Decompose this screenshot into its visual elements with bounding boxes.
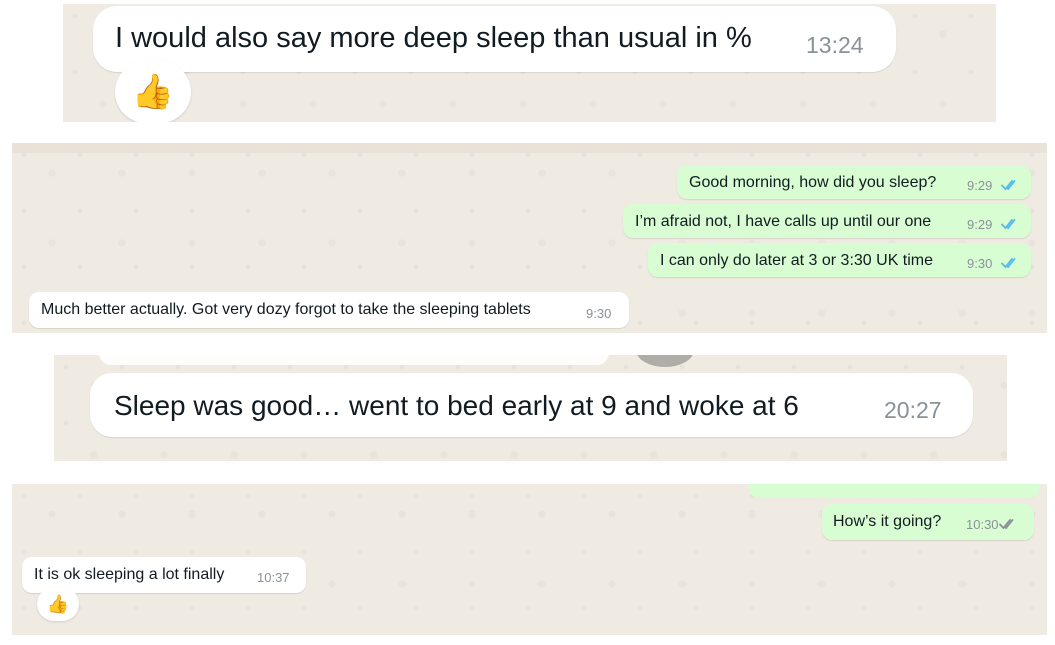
message-text: How’s it going?	[833, 513, 942, 530]
message-text: Good morning, how did you sleep?	[689, 174, 937, 191]
clipped-message-edge	[99, 355, 609, 365]
message-time: 20:27	[884, 397, 942, 423]
message-time: 10:37	[257, 570, 290, 585]
delivered-double-check-icon	[999, 519, 1014, 530]
thumbs-up-reaction-icon[interactable]: 👍	[115, 61, 191, 122]
outgoing-message[interactable]: I can only do later at 3 or 3:30 UK time…	[648, 243, 1031, 277]
message-text: It is ok sleeping a lot finally	[34, 566, 225, 583]
chat-screenshot-4: How’s it going? 10:30 It is ok sleeping …	[12, 484, 1047, 635]
clipped-edge	[12, 143, 1047, 153]
message-time: 9:29	[967, 217, 993, 232]
read-double-check-icon	[1001, 180, 1016, 191]
incoming-message[interactable]: I would also say more deep sleep than us…	[93, 6, 896, 72]
outgoing-message[interactable]: How’s it going? 10:30	[822, 504, 1034, 540]
message-time: 13:24	[806, 32, 864, 58]
chat-screenshot-1: I would also say more deep sleep than us…	[63, 4, 996, 122]
thumbs-up-reaction-icon[interactable]: 👍	[37, 587, 79, 621]
clipped-outgoing-message-edge	[749, 484, 1039, 498]
outgoing-message[interactable]: I’m afraid not, I have calls up until ou…	[623, 204, 1031, 238]
clipped-avatar-edge	[636, 355, 694, 367]
message-text: I’m afraid not, I have calls up until ou…	[635, 213, 932, 230]
message-text: I would also say more deep sleep than us…	[115, 22, 752, 54]
read-double-check-icon	[1001, 219, 1016, 230]
chat-screenshot-3: Sleep was good… went to bed early at 9 a…	[54, 355, 1007, 461]
outgoing-message[interactable]: Good morning, how did you sleep? 9:29	[677, 165, 1031, 199]
incoming-message[interactable]: Sleep was good… went to bed early at 9 a…	[90, 373, 973, 437]
message-time: 9:29	[967, 178, 993, 193]
incoming-message[interactable]: Much better actually. Got very dozy forg…	[29, 292, 629, 328]
message-text: Much better actually. Got very dozy forg…	[41, 301, 531, 318]
message-text: Sleep was good… went to bed early at 9 a…	[114, 390, 799, 421]
read-double-check-icon	[1001, 258, 1016, 269]
message-time: 9:30	[967, 256, 993, 271]
message-time: 10:30	[966, 517, 999, 532]
message-time: 9:30	[586, 306, 612, 321]
message-text: I can only do later at 3 or 3:30 UK time	[660, 252, 934, 269]
chat-screenshot-2: Good morning, how did you sleep? 9:29 I’…	[12, 143, 1047, 333]
